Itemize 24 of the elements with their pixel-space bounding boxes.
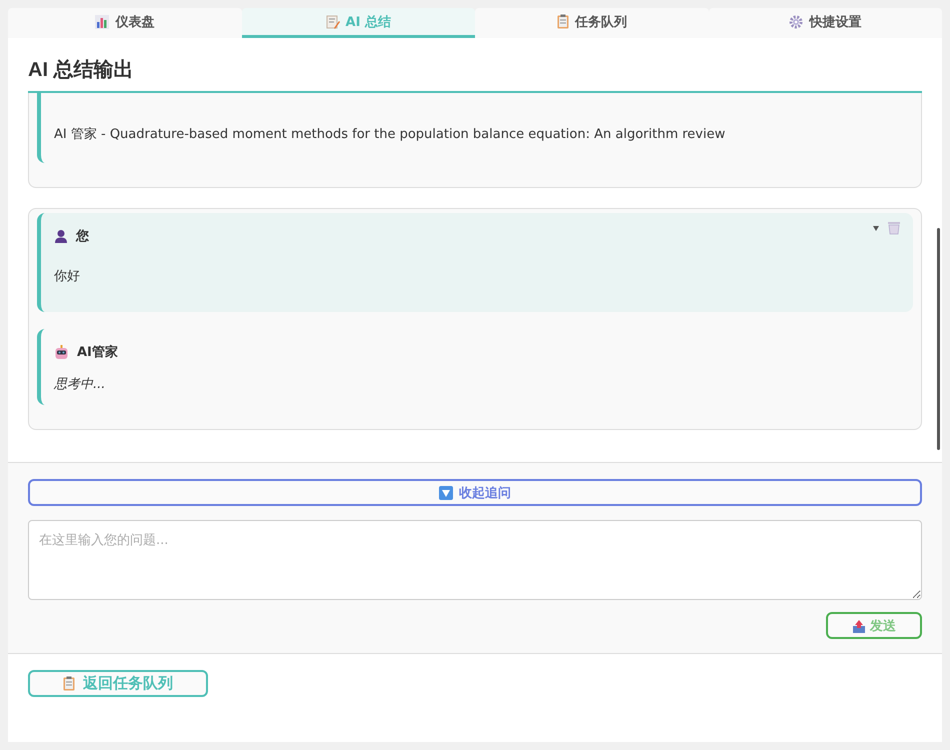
scrollbar[interactable] <box>937 228 940 450</box>
sender-name: 您 <box>76 228 89 245</box>
robot-icon <box>54 344 69 360</box>
settings-icon <box>789 14 804 28</box>
tab[interactable]: 快捷设置 <box>708 8 942 38</box>
message-text: AI 管家 - Quadrature-based moment methods for the population balance equation: An algorithm review <box>54 126 726 143</box>
message-text: 你好 <box>54 268 81 285</box>
sender-name: AI管家 <box>77 344 118 361</box>
back-button[interactable]: 返回任务队列 <box>28 670 208 697</box>
send-button[interactable]: 发送 <box>826 612 922 639</box>
tab[interactable]: 任务队列 <box>475 8 708 38</box>
message-text: 思考中... <box>54 376 106 393</box>
trash-icon[interactable] <box>887 221 901 235</box>
outbox-icon <box>852 618 866 632</box>
clipboard-icon <box>556 14 569 29</box>
caret-icon[interactable] <box>873 226 879 230</box>
memo-icon <box>326 14 340 28</box>
question-field[interactable]: 在这里输入您的问题... <box>28 520 922 600</box>
tab[interactable]: 仪表盘 <box>8 8 242 38</box>
collapse-button[interactable]: 收起追问 <box>28 479 922 506</box>
tab[interactable]: AI 总结 <box>242 8 475 38</box>
clipboard-icon <box>63 676 75 691</box>
person-icon <box>54 229 68 243</box>
bar-chart-icon <box>95 14 110 28</box>
